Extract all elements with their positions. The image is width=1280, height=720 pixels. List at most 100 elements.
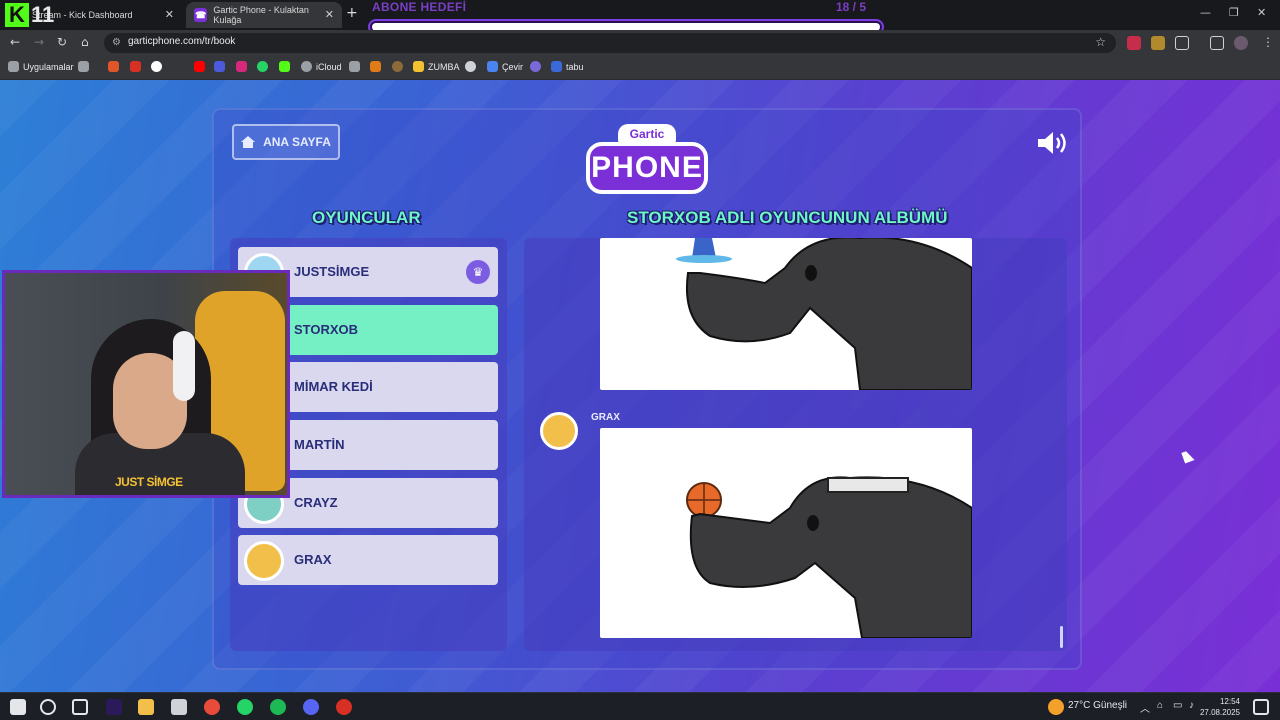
author-avatar <box>540 412 578 450</box>
profile-avatar[interactable] <box>1234 36 1248 50</box>
close-window-icon[interactable]: ✕ <box>1257 6 1266 19</box>
close-icon[interactable]: ✕ <box>325 8 334 21</box>
player-name: STORXOB <box>294 322 359 337</box>
back-icon[interactable]: ← <box>10 35 20 49</box>
subscriber-goal-count: 18 / 5 <box>836 0 867 14</box>
menu-icon[interactable]: ⋮ <box>1262 35 1274 49</box>
bookmark-translate[interactable]: Çevir <box>487 61 523 72</box>
webcam-overlay: JUST SİMGE <box>2 270 290 498</box>
album-scrollbar[interactable] <box>1060 626 1063 648</box>
tabu-icon <box>551 61 562 72</box>
cloud-icon <box>301 61 312 72</box>
extension-icon[interactable] <box>1151 36 1165 50</box>
twitch-icon[interactable] <box>214 61 225 72</box>
obs-icon[interactable] <box>336 699 352 715</box>
author-name: GRAX <box>591 412 620 423</box>
network-icon[interactable]: ▭ <box>1173 700 1182 711</box>
webcam-label: JUST SİMGE <box>115 475 183 489</box>
store-icon[interactable] <box>171 699 187 715</box>
players-title: OYUNCULAR <box>312 208 421 227</box>
extensions-puzzle-icon[interactable] <box>1175 36 1189 50</box>
player-row[interactable]: GRAX <box>238 535 498 585</box>
logo-top: Gartic <box>618 124 676 144</box>
url-text: garticphone.com/tr/book <box>128 36 236 47</box>
player-name: JUSTSİMGE <box>294 264 370 279</box>
kick-overlay-logo: K 11 <box>5 3 65 29</box>
sound-icon[interactable] <box>1036 130 1070 156</box>
home-button[interactable]: ANA SAYFA <box>232 124 340 160</box>
date: 27.08.2025 <box>1199 708 1240 717</box>
home-icon[interactable]: ⌂ <box>81 35 89 49</box>
kick-icon: K <box>5 3 29 27</box>
bookmark-icon[interactable] <box>130 61 141 72</box>
player-name: MİMAR KEDİ <box>294 379 373 394</box>
bookmark-icon[interactable] <box>349 61 360 72</box>
close-icon[interactable]: ✕ <box>165 8 174 21</box>
maximize-icon[interactable]: ❐ <box>1229 6 1239 19</box>
bookmark-icon[interactable] <box>392 61 403 72</box>
player-name: MARTİN <box>294 437 345 452</box>
clock[interactable]: 12:54 27.08.2025 <box>1200 696 1240 718</box>
search-icon[interactable] <box>40 699 56 715</box>
discord-icon[interactable] <box>303 699 319 715</box>
bookmark-tabu[interactable]: tabu <box>551 61 584 72</box>
youtube-icon[interactable] <box>194 61 205 72</box>
reload-icon[interactable]: ↻ <box>57 35 67 49</box>
whatsapp-icon[interactable] <box>257 61 268 72</box>
home-icon <box>241 136 256 148</box>
bookmark-apps[interactable]: Uygulamalar <box>8 61 74 72</box>
apps-grid-icon <box>8 61 19 72</box>
logo-main: PHONE <box>586 142 708 194</box>
elephant-ball-drawing <box>686 476 972 638</box>
drawing-image <box>600 428 972 638</box>
bookmark-icon[interactable] <box>370 61 381 72</box>
zumba-icon <box>413 61 424 72</box>
bookmark-icon[interactable] <box>108 61 119 72</box>
elephant-drawing <box>676 238 972 390</box>
site-info-icon[interactable]: ⚙ <box>112 37 121 48</box>
drawing-image <box>600 238 972 390</box>
headset <box>173 331 195 401</box>
gartic-icon: ☎ <box>194 8 208 22</box>
grid-icon[interactable] <box>78 61 89 72</box>
forward-icon[interactable]: → <box>34 35 44 49</box>
address-bar: ← → ↻ ⌂ ⚙ garticphone.com/tr/book ☆ ⋮ <box>0 30 1280 56</box>
subscriber-goal-title: ABONE HEDEFİ <box>372 0 467 14</box>
tab-gartic-phone[interactable]: ☎ Gartic Phone - Kulaktan Kulağa ✕ <box>186 2 342 28</box>
avatar <box>244 541 284 581</box>
bookmark-star-icon[interactable]: ☆ <box>1095 35 1106 49</box>
tray-icon[interactable]: ⌂ <box>1157 700 1163 711</box>
time: 12:54 <box>1219 697 1240 706</box>
extension-icon[interactable] <box>1127 36 1141 50</box>
chevron-up-icon[interactable]: ︿ <box>1140 700 1150 715</box>
bookmark-icon[interactable] <box>465 61 476 72</box>
instagram-icon[interactable] <box>236 61 247 72</box>
bookmark-icon[interactable] <box>151 61 162 72</box>
new-tab-button[interactable]: + <box>346 5 358 21</box>
media-icon[interactable] <box>1210 36 1224 50</box>
bookmark-icon[interactable] <box>530 61 541 72</box>
notification-icon[interactable] <box>1253 699 1269 715</box>
premiere-icon[interactable] <box>106 699 122 715</box>
chrome-icon[interactable] <box>204 699 220 715</box>
bookmark-zumba[interactable]: ZUMBA <box>413 61 460 72</box>
album-panel: GRAX <box>524 238 1067 651</box>
bookmark-icloud[interactable]: iCloud <box>301 61 342 72</box>
spotify-icon[interactable] <box>270 699 286 715</box>
mouse-cursor <box>1181 449 1195 464</box>
task-view-icon[interactable] <box>72 699 88 715</box>
kick-number: 11 <box>31 2 55 27</box>
taskbar: 27°C Güneşli ︿ ⌂ ▭ ♪ 12:54 27.08.2025 <box>0 692 1280 720</box>
kick-icon[interactable] <box>279 61 290 72</box>
windows-start-icon[interactable] <box>10 699 26 715</box>
whatsapp-icon[interactable] <box>237 699 253 715</box>
weather-text[interactable]: 27°C Güneşli <box>1068 700 1127 711</box>
url-field[interactable]: ⚙ garticphone.com/tr/book ☆ <box>104 33 1116 53</box>
album-title: STORXOB ADLI OYUNCUNUN ALBÜMÜ <box>627 208 948 227</box>
bookmarks-bar: Uygulamalar iCloud ZUMBA Çevir tabu <box>0 56 1280 80</box>
player-name: GRAX <box>294 552 332 567</box>
volume-icon[interactable]: ♪ <box>1189 700 1194 711</box>
minimize-icon[interactable]: — <box>1200 6 1211 19</box>
file-explorer-icon[interactable] <box>138 699 154 715</box>
gartic-phone-logo: PHONE Gartic <box>586 124 708 196</box>
